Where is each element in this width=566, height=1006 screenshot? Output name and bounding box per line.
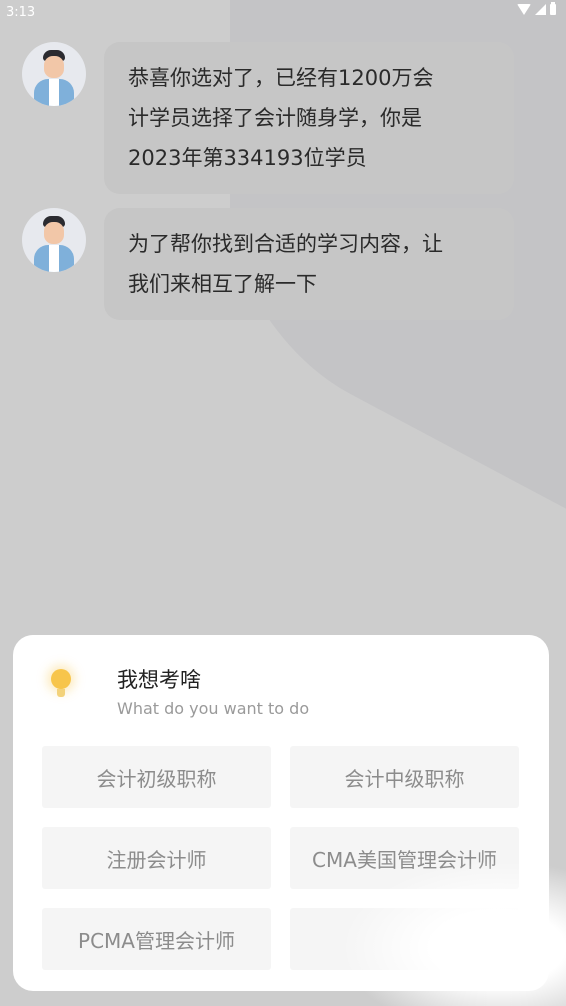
avatar [22,42,86,106]
chat-message: 为了帮你找到合适的学习内容，让 我们来相互了解一下 [22,208,514,320]
chat-bubble: 恭喜你选对了，已经有1200万会 计学员选择了会计随身学，你是 2023年第33… [104,42,514,194]
option-hidden[interactable] [290,908,519,970]
status-bar: 3:13 [0,0,566,26]
signal-icon [535,4,546,15]
sheet-header: 我想考啥 What do you want to do [45,665,309,721]
avatar [22,208,86,272]
chat-bubble: 为了帮你找到合适的学习内容，让 我们来相互了解一下 [104,208,514,320]
status-time: 3:13 [6,5,36,20]
wifi-icon [517,4,531,15]
chat-message: 恭喜你选对了，已经有1200万会 计学员选择了会计随身学，你是 2023年第33… [22,42,514,194]
option-pcma[interactable]: PCMA管理会计师 [42,908,271,970]
sheet-subtitle: What do you want to do [117,699,310,718]
option-grid: 会计初级职称 会计中级职称 注册会计师 CMA美国管理会计师 PCMA管理会计师 [42,746,520,970]
option-junior-accountant[interactable]: 会计初级职称 [42,746,271,808]
status-icons [517,2,556,15]
option-cpa[interactable]: 注册会计师 [42,827,271,889]
sheet-title: 我想考啥 [117,668,201,692]
lightbulb-icon [45,665,77,701]
option-intermediate-accountant[interactable]: 会计中级职称 [290,746,519,808]
battery-icon [550,2,556,15]
option-cma[interactable]: CMA美国管理会计师 [290,827,519,889]
exam-choice-sheet: 我想考啥 What do you want to do 会计初级职称 会计中级职… [13,635,549,991]
